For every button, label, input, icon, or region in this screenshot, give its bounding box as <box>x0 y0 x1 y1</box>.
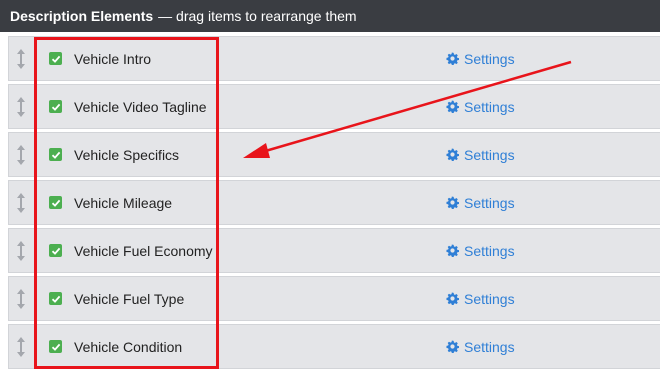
gear-icon <box>446 52 459 65</box>
gear-icon <box>446 244 459 257</box>
gear-icon <box>446 148 459 161</box>
drag-handle-icon[interactable] <box>9 133 33 176</box>
list-item[interactable]: Vehicle Fuel Economy Settings <box>8 228 660 273</box>
settings-link[interactable]: Settings <box>446 181 515 224</box>
list-item[interactable]: Vehicle Mileage Settings <box>8 180 660 225</box>
panel-header: Description Elements — drag items to rea… <box>0 0 660 32</box>
checkmark-icon <box>51 343 60 351</box>
settings-label: Settings <box>464 338 515 355</box>
item-label: Vehicle Fuel Economy <box>74 242 213 259</box>
settings-link[interactable]: Settings <box>446 325 515 368</box>
settings-link[interactable]: Settings <box>446 37 515 80</box>
checkbox[interactable] <box>49 52 62 65</box>
settings-label: Settings <box>464 98 515 115</box>
settings-label: Settings <box>464 50 515 67</box>
item-label: Vehicle Intro <box>74 50 152 67</box>
checkbox[interactable] <box>49 244 62 257</box>
settings-link[interactable]: Settings <box>446 85 515 128</box>
settings-link[interactable]: Settings <box>446 133 515 176</box>
settings-label: Settings <box>464 146 515 163</box>
list-item[interactable]: Vehicle Intro Settings <box>8 36 660 81</box>
drag-handle-icon[interactable] <box>9 277 33 320</box>
list-item[interactable]: Vehicle Specifics Settings <box>8 132 660 177</box>
drag-handle-icon[interactable] <box>9 85 33 128</box>
panel-subtitle: — drag items to rearrange them <box>158 8 357 24</box>
gear-icon <box>446 100 459 113</box>
description-elements-list: Vehicle Intro Settings Vehicle Video Tag… <box>0 36 660 372</box>
gear-icon <box>446 196 459 209</box>
settings-label: Settings <box>464 242 515 259</box>
checkmark-icon <box>51 295 60 303</box>
checkmark-icon <box>51 151 60 159</box>
list-item[interactable]: Vehicle Condition Settings <box>8 324 660 369</box>
drag-handle-icon[interactable] <box>9 229 33 272</box>
checkmark-icon <box>51 103 60 111</box>
drag-handle-icon[interactable] <box>9 37 33 80</box>
checkbox[interactable] <box>49 148 62 161</box>
item-label: Vehicle Specifics <box>74 146 180 163</box>
gear-icon <box>446 292 459 305</box>
checkbox[interactable] <box>49 292 62 305</box>
list-item[interactable]: Vehicle Video Tagline Settings <box>8 84 660 129</box>
checkmark-icon <box>51 55 60 63</box>
list-item[interactable]: Vehicle Fuel Type Settings <box>8 276 660 321</box>
settings-label: Settings <box>464 290 515 307</box>
settings-label: Settings <box>464 194 515 211</box>
item-label: Vehicle Fuel Type <box>74 290 185 307</box>
panel-title: Description Elements <box>10 8 154 24</box>
item-label: Vehicle Condition <box>74 338 183 355</box>
settings-link[interactable]: Settings <box>446 229 515 272</box>
checkmark-icon <box>51 199 60 207</box>
checkbox[interactable] <box>49 100 62 113</box>
drag-handle-icon[interactable] <box>9 325 33 368</box>
drag-handle-icon[interactable] <box>9 181 33 224</box>
checkbox[interactable] <box>49 340 62 353</box>
gear-icon <box>446 340 459 353</box>
item-label: Vehicle Mileage <box>74 194 173 211</box>
settings-link[interactable]: Settings <box>446 277 515 320</box>
checkmark-icon <box>51 247 60 255</box>
item-label: Vehicle Video Tagline <box>74 98 207 115</box>
checkbox[interactable] <box>49 196 62 209</box>
